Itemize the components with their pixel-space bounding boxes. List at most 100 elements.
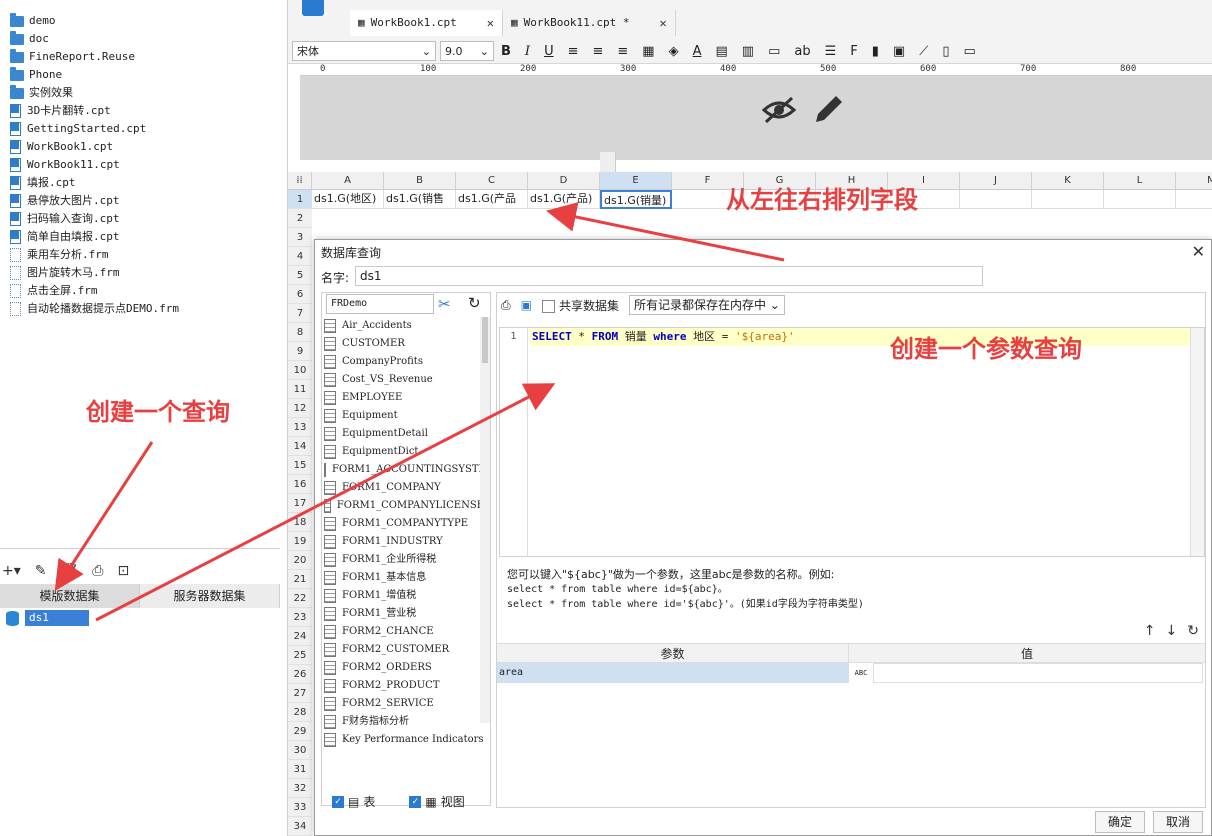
- file-tree-item[interactable]: 填报.cpt: [0, 174, 280, 192]
- font-select[interactable]: 宋体 ⌄: [292, 41, 436, 61]
- file-tree-item[interactable]: demo: [0, 12, 280, 30]
- preview-icon[interactable]: ⎙: [501, 298, 511, 313]
- row-header[interactable]: 18: [288, 513, 312, 532]
- cancel-button[interactable]: 取消: [1153, 811, 1203, 833]
- insert-richtext-icon[interactable]: ☰: [825, 44, 837, 59]
- row-header[interactable]: 19: [288, 532, 312, 551]
- row-header[interactable]: 23: [288, 608, 312, 627]
- row-header[interactable]: 16: [288, 475, 312, 494]
- table-item[interactable]: FORM2_CHANCE: [324, 623, 484, 641]
- cell[interactable]: ds1.G(销售: [384, 190, 456, 209]
- column-header[interactable]: B: [384, 172, 456, 189]
- file-tree-item[interactable]: 点击全屏.frm: [0, 282, 280, 300]
- align-left-icon[interactable]: ≡: [568, 44, 579, 59]
- table-item[interactable]: FORM1_COMPANY: [324, 479, 484, 497]
- table-item[interactable]: CUSTOMER: [324, 335, 484, 353]
- table-item[interactable]: Air_Accidents: [324, 317, 484, 335]
- row-header[interactable]: 11: [288, 380, 312, 399]
- row-header[interactable]: 17: [288, 494, 312, 513]
- edit-icon[interactable]: ✎: [35, 562, 47, 580]
- eye-hidden-icon[interactable]: [761, 96, 797, 124]
- row-header[interactable]: 29: [288, 722, 312, 741]
- table-item[interactable]: FORM1_增值税: [324, 587, 484, 605]
- font-color-icon[interactable]: A: [693, 44, 702, 59]
- column-header[interactable]: C: [456, 172, 528, 189]
- arrow-down-icon[interactable]: ↓: [1166, 623, 1178, 639]
- table-checkbox[interactable]: ✓: [332, 795, 344, 808]
- table-item[interactable]: FORM2_ORDERS: [324, 659, 484, 677]
- row-header[interactable]: 20: [288, 551, 312, 570]
- file-tree-item[interactable]: 图片旋转木马.frm: [0, 264, 280, 282]
- table-item[interactable]: FORM1_营业税: [324, 605, 484, 623]
- tab-workbook1[interactable]: ▦ WorkBook1.cpt ✕: [350, 10, 503, 36]
- row-header[interactable]: 14: [288, 437, 312, 456]
- table-item[interactable]: FORM1_基本信息: [324, 569, 484, 587]
- file-tree-item[interactable]: 自动轮播数据提示点DEMO.frm: [0, 300, 280, 318]
- cell[interactable]: ds1.G(销量): [600, 190, 672, 209]
- cell[interactable]: ds1.G(地区): [312, 190, 384, 209]
- column-header[interactable]: M: [1176, 172, 1212, 189]
- align-center-icon[interactable]: ≡: [592, 44, 603, 59]
- table-item[interactable]: FORM1_COMPANYTYPE: [324, 515, 484, 533]
- table-item[interactable]: FORM2_SERVICE: [324, 695, 484, 713]
- file-tree-item[interactable]: doc: [0, 30, 280, 48]
- cell[interactable]: [1032, 190, 1104, 209]
- arrow-up-icon[interactable]: ↑: [1144, 623, 1156, 639]
- row-header[interactable]: 13: [288, 418, 312, 437]
- chart-icon[interactable]: ▮: [872, 44, 879, 59]
- merge-icon[interactable]: ▤: [716, 44, 728, 59]
- sql-editor[interactable]: 1 SELECT * FROM 销量 where 地区 = '${area}': [499, 327, 1205, 557]
- column-header[interactable]: E: [600, 172, 672, 189]
- table-item[interactable]: FORM1_INDUSTRY: [324, 533, 484, 551]
- save-icon[interactable]: ▣: [521, 298, 532, 312]
- row-header[interactable]: 24: [288, 627, 312, 646]
- more-icon[interactable]: ▭: [963, 44, 975, 59]
- preview-icon[interactable]: ⎙: [92, 562, 103, 580]
- close-icon[interactable]: ✕: [487, 10, 494, 36]
- cell[interactable]: [1176, 190, 1212, 209]
- table-item[interactable]: FORM1_ACCOUNTINGSYSTEM: [324, 461, 484, 479]
- file-tree-item[interactable]: Phone: [0, 66, 280, 84]
- row-header[interactable]: 10: [288, 361, 312, 380]
- row-header[interactable]: 30: [288, 741, 312, 760]
- memory-select[interactable]: 所有记录都保存在内存中 ⌄: [628, 295, 785, 315]
- dataset-item[interactable]: ds1: [6, 610, 89, 626]
- add-dataset-icon[interactable]: +▾: [2, 562, 21, 580]
- file-tree-item[interactable]: 简单自由填报.cpt: [0, 228, 280, 246]
- column-header[interactable]: K: [1032, 172, 1104, 189]
- row-header[interactable]: 1: [288, 190, 312, 209]
- datasource-select[interactable]: FRDemo: [326, 294, 434, 314]
- slash-icon[interactable]: ⟋: [919, 44, 928, 59]
- cell[interactable]: [1104, 190, 1176, 209]
- column-header[interactable]: A: [312, 172, 384, 189]
- column-header[interactable]: D: [528, 172, 600, 189]
- row-header[interactable]: 15: [288, 456, 312, 475]
- file-tree-item[interactable]: WorkBook1.cpt: [0, 138, 280, 156]
- subreport-icon[interactable]: ▯: [942, 44, 949, 59]
- column-header[interactable]: L: [1104, 172, 1176, 189]
- tab-server-dataset[interactable]: 服务器数据集: [140, 584, 280, 608]
- row-header[interactable]: 8: [288, 323, 312, 342]
- refresh-dataset-icon[interactable]: ⊡: [117, 562, 129, 580]
- close-icon[interactable]: ✕: [1192, 242, 1205, 261]
- parameter-row[interactable]: area ABC: [497, 663, 1205, 683]
- table-item[interactable]: EMPLOYEE: [324, 389, 484, 407]
- table-item[interactable]: EquipmentDict: [324, 443, 484, 461]
- ok-button[interactable]: 确定: [1095, 811, 1145, 833]
- panel-divider[interactable]: [0, 548, 280, 558]
- row-header[interactable]: 22: [288, 589, 312, 608]
- table-item[interactable]: F财务指标分析: [324, 713, 484, 731]
- table-item[interactable]: Equipment: [324, 407, 484, 425]
- bold-icon[interactable]: B: [501, 44, 511, 59]
- row-header[interactable]: 6: [288, 285, 312, 304]
- file-tree-item[interactable]: 3D卡片翻转.cpt: [0, 102, 280, 120]
- table-item[interactable]: FORM1_企业所得税: [324, 551, 484, 569]
- cell[interactable]: [960, 190, 1032, 209]
- menu-icon[interactable]: [302, 0, 324, 16]
- refresh-icon[interactable]: ↻: [1187, 623, 1199, 639]
- table-item[interactable]: FORM2_CUSTOMER: [324, 641, 484, 659]
- row-header[interactable]: 27: [288, 684, 312, 703]
- row-header[interactable]: 12: [288, 399, 312, 418]
- row-header[interactable]: 2: [288, 209, 312, 228]
- file-tree-item[interactable]: GettingStarted.cpt: [0, 120, 280, 138]
